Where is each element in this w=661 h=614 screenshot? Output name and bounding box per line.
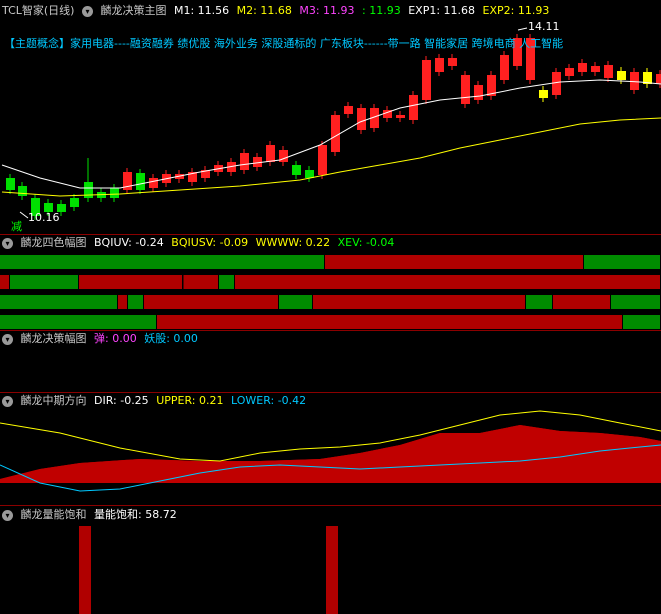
color-bar-segment [157, 315, 622, 329]
color-bar-segment [0, 315, 156, 329]
candle [617, 71, 626, 80]
color-bar-segment [118, 295, 127, 309]
candle [292, 165, 301, 175]
candle [6, 178, 15, 190]
candle [136, 173, 145, 190]
candle [149, 178, 158, 188]
color-bar-segment [10, 275, 78, 289]
candle [266, 145, 275, 162]
area-mask [0, 483, 661, 505]
color-bar-segment [313, 295, 525, 309]
chevron-down-icon[interactable]: ▾ [2, 237, 13, 249]
main-chart-panel[interactable]: TCL智家(日线) ▾ 麟龙决策主图 M1: 11.56 M2: 11.68 M… [0, 0, 661, 234]
direction-chart [0, 410, 661, 505]
color-bar-segment [144, 295, 278, 309]
main-header: TCL智家(日线) ▾ 麟龙决策主图 M1: 11.56 M2: 11.68 M… [2, 3, 553, 19]
candle [422, 60, 431, 100]
volume-bar [79, 526, 91, 614]
high-marker [517, 27, 528, 31]
candle [344, 106, 353, 114]
candle [656, 74, 661, 84]
panel2-title[interactable]: 麟龙四色幅图 [21, 236, 87, 249]
color-bar-segment [553, 295, 610, 309]
color-bar-segment [279, 295, 312, 309]
candle [474, 85, 483, 100]
candle [305, 170, 314, 178]
candle [461, 75, 470, 104]
direction-panel[interactable]: ▾ 麟龙中期方向 DIR: -0.25 UPPER: 0.21 LOWER: -… [0, 393, 661, 505]
yao-value: 妖股: 0.00 [144, 332, 198, 345]
candle [565, 68, 574, 76]
theme-concept-text: 【主题概念】家用电器----融资融券 绩优股 海外业务 深股通标的 广东板块--… [4, 37, 564, 50]
m3-value: M3: 11.93 [299, 4, 355, 17]
main-indicator-name[interactable]: 麟龙决策主图 [100, 4, 166, 17]
m2-value: M2: 11.68 [236, 4, 292, 17]
color-bar-segment [623, 315, 660, 329]
candle [500, 55, 509, 80]
chevron-down-icon[interactable]: ▾ [2, 509, 13, 521]
panel3-title[interactable]: 麟龙决策幅图 [21, 332, 87, 345]
candle [578, 63, 587, 72]
upper-value: UPPER: 0.21 [156, 394, 224, 407]
reduce-signal: 减 [11, 220, 22, 233]
four-color-panel[interactable]: ▾ 麟龙四色幅图 BQIUV: -0.24 BQIUSV: -0.09 WWWW… [0, 235, 661, 330]
chevron-down-icon[interactable]: ▾ [2, 395, 13, 407]
candle [630, 72, 639, 90]
candle [604, 65, 613, 78]
color-bar-segment [0, 255, 324, 269]
color-bar-segment [183, 275, 218, 289]
candle [110, 188, 119, 198]
volume-panel[interactable]: ▾ 麟龙量能饱和 量能饱和: 58.72 [0, 506, 661, 614]
candle [435, 58, 444, 72]
color-bar-segment [79, 275, 182, 289]
panel5-title[interactable]: 麟龙量能饱和 [21, 508, 87, 521]
exp1-value: EXP1: 11.68 [408, 4, 476, 17]
candle [396, 115, 405, 118]
panel3-header: ▾ 麟龙决策幅图 弹: 0.00 妖股: 0.00 [2, 331, 202, 347]
candle [539, 90, 548, 98]
candle [357, 108, 366, 130]
color-bar-segment [0, 295, 117, 309]
lower-value: LOWER: -0.42 [230, 394, 307, 407]
candle [591, 66, 600, 72]
high-price-label: 14.11 [528, 20, 560, 33]
chevron-down-icon[interactable]: ▾ [81, 5, 93, 17]
ma-value: : 11.93 [362, 4, 401, 17]
tan-value: 弹: 0.00 [94, 332, 137, 345]
bqiuv-value: BQIUV: -0.24 [94, 236, 164, 249]
bqiusv-value: BQIUSV: -0.09 [171, 236, 249, 249]
volume-value: 量能饱和: 58.72 [94, 508, 177, 521]
low-price-label: 10.16 [28, 211, 60, 224]
color-bar-segment [235, 275, 660, 289]
dir-area-fill [0, 425, 661, 483]
panel2-header: ▾ 麟龙四色幅图 BQIUV: -0.24 BQIUSV: -0.09 WWWW… [2, 235, 398, 251]
color-bar-segment [325, 255, 583, 269]
candle [448, 58, 457, 66]
exp2-value: EXP2: 11.93 [482, 4, 550, 17]
dir-value: DIR: -0.25 [94, 394, 149, 407]
decision-panel[interactable]: ▾ 麟龙决策幅图 弹: 0.00 妖股: 0.00 [0, 331, 661, 392]
color-bar-segment [611, 295, 660, 309]
panel4-header: ▾ 麟龙中期方向 DIR: -0.25 UPPER: 0.21 LOWER: -… [2, 393, 310, 409]
candle [70, 198, 79, 207]
candle [331, 115, 340, 152]
stock-name[interactable]: TCL智家(日线) [2, 4, 74, 17]
color-bar-segment [128, 295, 143, 309]
candle [409, 95, 418, 120]
color-bar-segment [219, 275, 234, 289]
candle [240, 153, 249, 170]
volume-bar [326, 526, 338, 614]
xev-value: XEV: -0.04 [337, 236, 395, 249]
panel4-title[interactable]: 麟龙中期方向 [21, 394, 87, 407]
m1-value: M1: 11.56 [173, 4, 230, 17]
candle [18, 186, 27, 196]
candle [318, 145, 327, 175]
color-bar-segment [526, 295, 552, 309]
chevron-down-icon[interactable]: ▾ [2, 333, 13, 345]
color-bar-segment [0, 275, 9, 289]
wwww-value: WWWW: 0.22 [255, 236, 331, 249]
panel5-header: ▾ 麟龙量能饱和 量能饱和: 58.72 [2, 507, 181, 523]
color-bar-segment [584, 255, 660, 269]
